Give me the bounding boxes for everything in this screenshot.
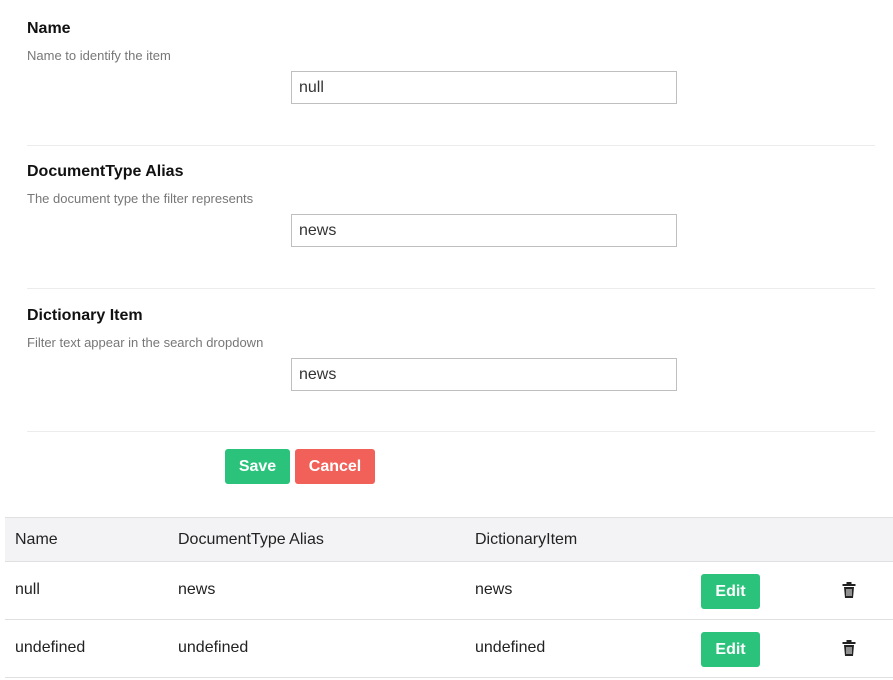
- dictionary-field-title: Dictionary Item: [27, 307, 143, 324]
- alias-input[interactable]: [291, 214, 677, 247]
- cell-dictionary: undefined: [475, 639, 546, 656]
- column-header-dictionary: DictionaryItem: [475, 531, 578, 548]
- column-header-alias: DocumentType Alias: [178, 531, 324, 548]
- trash-icon[interactable]: [842, 640, 856, 656]
- cell-alias: undefined: [178, 639, 249, 656]
- cell-dictionary: news: [475, 581, 513, 598]
- name-field-description: Name to identify the item: [27, 48, 171, 63]
- divider: [27, 288, 875, 289]
- dictionary-field-description: Filter text appear in the search dropdow…: [27, 335, 264, 350]
- edit-button[interactable]: Edit: [701, 632, 760, 667]
- divider: [27, 431, 875, 432]
- table-row: undefined undefined undefined Edit: [5, 620, 893, 678]
- table-row: null news news Edit: [5, 562, 893, 620]
- alias-field-title: DocumentType Alias: [27, 163, 184, 180]
- alias-field-description: The document type the filter represents: [27, 191, 254, 206]
- name-field-title: Name: [27, 20, 71, 37]
- trash-icon[interactable]: [842, 582, 856, 598]
- save-button[interactable]: Save: [225, 449, 290, 484]
- name-input[interactable]: [291, 71, 677, 104]
- divider: [27, 145, 875, 146]
- edit-button[interactable]: Edit: [701, 574, 760, 609]
- cell-alias: news: [178, 581, 216, 598]
- cell-name: null: [15, 581, 40, 598]
- cell-name: undefined: [15, 639, 86, 656]
- column-header-name: Name: [15, 531, 58, 548]
- table-header: Name DocumentType Alias DictionaryItem: [5, 517, 893, 562]
- dictionary-input[interactable]: [291, 358, 677, 391]
- cancel-button[interactable]: Cancel: [295, 449, 375, 484]
